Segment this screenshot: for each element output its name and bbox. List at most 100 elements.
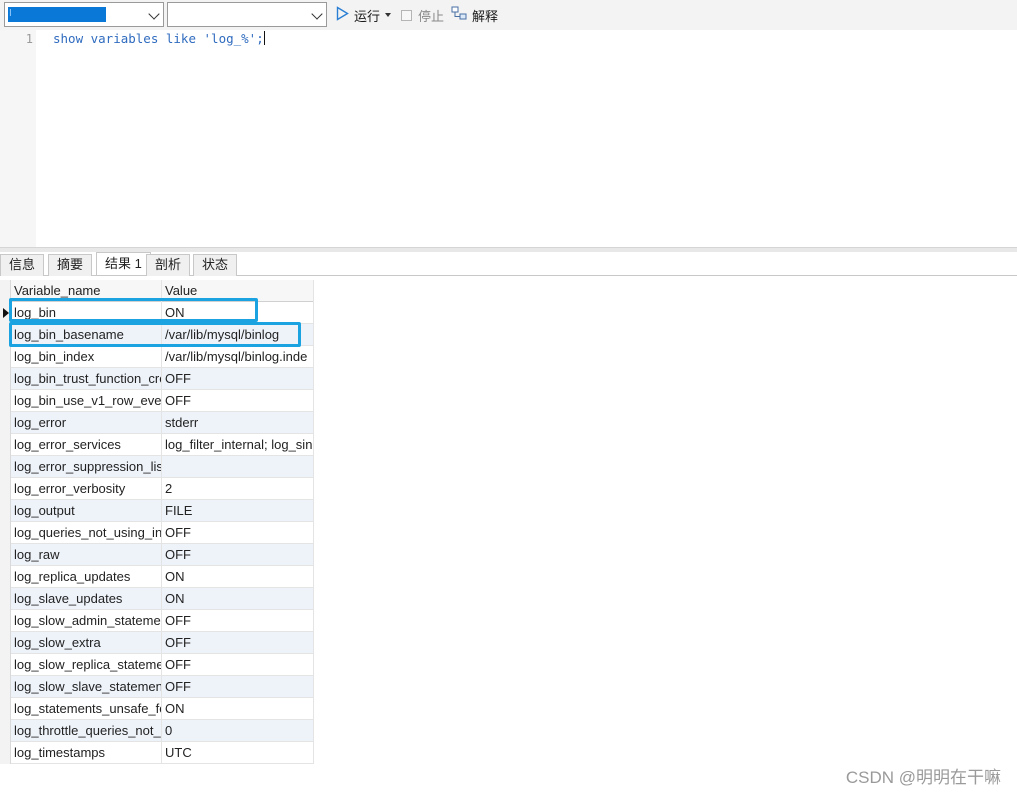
cell-value[interactable]: /var/lib/mysql/binlog.inde <box>162 346 314 368</box>
row-indicator[interactable] <box>0 390 11 412</box>
table-row[interactable]: log_replica_updates ON <box>0 566 314 588</box>
cell-variable-name[interactable]: log_queries_not_using_ind <box>12 522 162 544</box>
row-indicator[interactable] <box>0 346 11 368</box>
table-row[interactable]: log_bin_index/var/lib/mysql/binlog.inde <box>0 346 314 368</box>
cell-variable-name[interactable]: log_output <box>12 500 162 522</box>
chevron-down-icon <box>311 8 323 20</box>
cell-variable-name[interactable]: log_bin_trust_function_cre <box>12 368 162 390</box>
cell-value[interactable]: OFF <box>162 390 314 412</box>
table-row[interactable]: log_bin_use_v1_row_event OFF <box>0 390 314 412</box>
cell-variable-name[interactable]: log_error <box>12 412 162 434</box>
cell-value[interactable]: OFF <box>162 522 314 544</box>
cell-variable-name[interactable]: log_error_verbosity <box>12 478 162 500</box>
stop-button-label: 停止 <box>418 8 445 24</box>
tab-summary[interactable]: 摘要 <box>48 254 93 276</box>
cell-variable-name[interactable]: log_slave_updates <box>12 588 162 610</box>
cell-variable-name[interactable]: log_slow_slave_statements <box>12 676 162 698</box>
row-indicator[interactable] <box>0 566 11 588</box>
cell-value[interactable]: 0 <box>162 720 314 742</box>
sql-code[interactable]: show variables like 'log_%'; <box>53 31 265 46</box>
table-row[interactable]: log_throttle_queries_not_u 0 <box>0 720 314 742</box>
table-row[interactable]: log_slow_admin_statemen OFF <box>0 610 314 632</box>
cell-variable-name[interactable]: log_slow_extra <box>12 632 162 654</box>
connection-select-value: I <box>8 7 106 22</box>
cell-value[interactable]: OFF <box>162 676 314 698</box>
stop-button[interactable]: 停止 <box>401 6 444 24</box>
cell-variable-name[interactable]: log_error_suppression_list <box>12 456 162 478</box>
cell-value[interactable]: ON <box>162 588 314 610</box>
cell-value[interactable]: stderr <box>162 412 314 434</box>
table-row[interactable]: log_statements_unsafe_fo ON <box>0 698 314 720</box>
table-row[interactable]: log_slow_replica_statemer OFF <box>0 654 314 676</box>
row-indicator[interactable] <box>0 632 11 654</box>
run-button[interactable]: 运行 <box>336 6 392 24</box>
cell-value[interactable] <box>162 456 314 478</box>
tab-result-1[interactable]: 结果 1 <box>96 252 151 275</box>
row-indicator[interactable] <box>0 720 11 742</box>
row-indicator[interactable] <box>0 456 11 478</box>
cell-value[interactable]: OFF <box>162 654 314 676</box>
table-row[interactable]: log_slow_extra OFF <box>0 632 314 654</box>
cell-value[interactable]: ON <box>162 566 314 588</box>
table-row[interactable]: log_error_services log_filter_internal; l… <box>0 434 314 456</box>
table-row[interactable]: log_queries_not_using_ind OFF <box>0 522 314 544</box>
connection-select-marker: I <box>9 8 12 19</box>
row-indicator[interactable] <box>0 654 11 676</box>
cell-value[interactable]: OFF <box>162 610 314 632</box>
row-indicator[interactable] <box>0 522 11 544</box>
run-button-label: 运行 <box>354 8 381 24</box>
table-row[interactable]: log_slow_slave_statements OFF <box>0 676 314 698</box>
row-indicator[interactable] <box>0 676 11 698</box>
row-indicator[interactable] <box>0 500 11 522</box>
cell-variable-name[interactable]: log_error_services <box>12 434 162 456</box>
cell-value[interactable]: OFF <box>162 632 314 654</box>
table-row[interactable]: log_error_suppression_list <box>0 456 314 478</box>
explain-button[interactable]: 解释 <box>451 6 498 24</box>
table-row[interactable]: log_raw OFF <box>0 544 314 566</box>
text-cursor <box>263 31 265 45</box>
database-select[interactable] <box>167 2 327 27</box>
table-row[interactable]: log_error stderr <box>0 412 314 434</box>
table-row[interactable]: log_error_verbosity 2 <box>0 478 314 500</box>
table-row[interactable]: log_slave_updates ON <box>0 588 314 610</box>
result-tabs: 信息 摘要 结果 1 剖析 状态 <box>0 252 1017 276</box>
cell-variable-name[interactable]: log_statements_unsafe_fo <box>12 698 162 720</box>
row-indicator[interactable] <box>0 478 11 500</box>
stop-icon <box>401 9 412 21</box>
cell-value[interactable]: log_filter_internal; log_sink <box>162 434 314 456</box>
table-row[interactable]: log_timestamps UTC <box>0 742 314 764</box>
connection-select[interactable]: I <box>4 2 164 27</box>
cell-variable-name[interactable]: log_bin_index <box>12 346 162 368</box>
cell-value[interactable]: FILE <box>162 500 314 522</box>
row-indicator[interactable] <box>0 544 11 566</box>
cell-variable-name[interactable]: log_throttle_queries_not_u <box>12 720 162 742</box>
row-indicator[interactable] <box>0 588 11 610</box>
cell-variable-name[interactable]: log_replica_updates <box>12 566 162 588</box>
row-indicator[interactable] <box>0 698 11 720</box>
cell-variable-name[interactable]: log_slow_admin_statemen <box>12 610 162 632</box>
tab-status[interactable]: 状态 <box>193 254 238 276</box>
cell-value[interactable]: UTC <box>162 742 314 764</box>
table-row[interactable]: log_bin_trust_function_cre OFF <box>0 368 314 390</box>
row-indicator[interactable] <box>0 412 11 434</box>
row-indicator[interactable] <box>0 610 11 632</box>
tab-profile[interactable]: 剖析 <box>146 254 191 276</box>
cell-variable-name[interactable]: log_slow_replica_statemer <box>12 654 162 676</box>
cell-value[interactable]: OFF <box>162 544 314 566</box>
run-dropdown-icon[interactable] <box>385 13 392 17</box>
cell-value[interactable]: ON <box>162 698 314 720</box>
row-indicator[interactable] <box>0 742 11 764</box>
cell-variable-name[interactable]: log_timestamps <box>12 742 162 764</box>
tab-info[interactable]: 信息 <box>0 254 45 276</box>
line-number: 1 <box>25 32 33 46</box>
row-indicator[interactable] <box>0 434 11 456</box>
cell-value[interactable]: 2 <box>162 478 314 500</box>
row-indicator[interactable] <box>0 368 11 390</box>
table-row[interactable]: log_output FILE <box>0 500 314 522</box>
sql-editor[interactable]: 1 show variables like 'log_%'; <box>0 30 1017 247</box>
watermark: CSDN @明明在干嘛 <box>845 768 1001 787</box>
explain-icon <box>451 6 468 25</box>
cell-variable-name[interactable]: log_raw <box>12 544 162 566</box>
cell-variable-name[interactable]: log_bin_use_v1_row_event <box>12 390 162 412</box>
cell-value[interactable]: OFF <box>162 368 314 390</box>
